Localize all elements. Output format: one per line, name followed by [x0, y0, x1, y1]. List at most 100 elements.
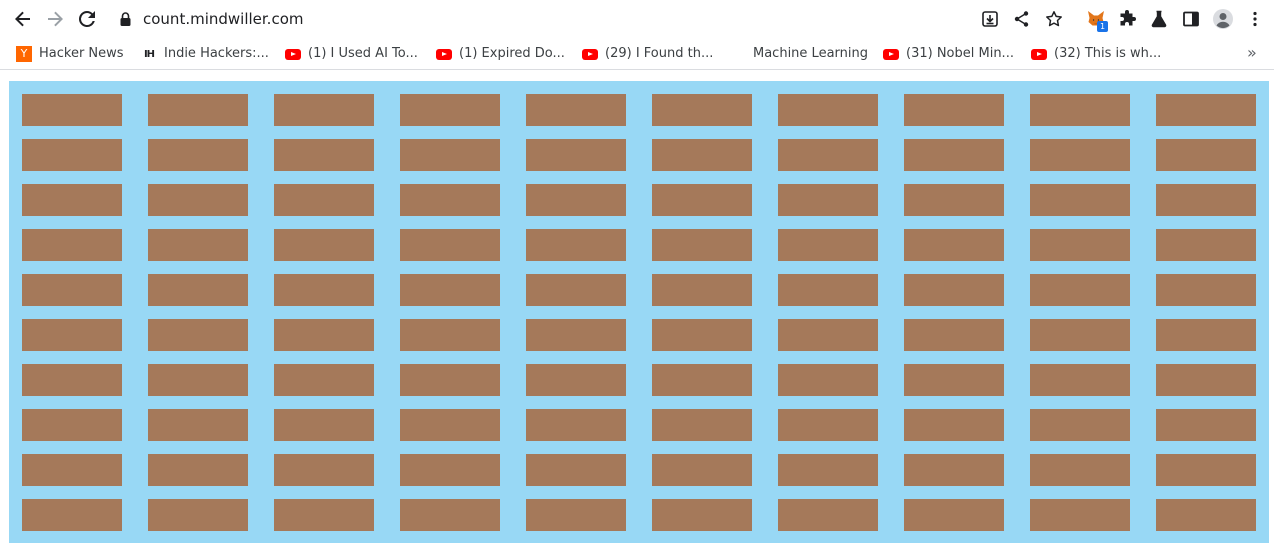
brick[interactable] — [652, 184, 752, 216]
brick[interactable] — [778, 184, 878, 216]
brick[interactable] — [400, 409, 500, 441]
brick[interactable] — [22, 409, 122, 441]
brick[interactable] — [274, 139, 374, 171]
brick[interactable] — [652, 454, 752, 486]
bookmark-hacker-news[interactable]: Y Hacker News — [16, 45, 124, 63]
brick[interactable] — [904, 454, 1004, 486]
brick[interactable] — [148, 94, 248, 126]
brick[interactable] — [526, 94, 626, 126]
brick[interactable] — [778, 139, 878, 171]
brick[interactable] — [400, 364, 500, 396]
side-panel-button[interactable] — [1178, 6, 1204, 32]
brick[interactable] — [1030, 274, 1130, 306]
labs-button[interactable] — [1146, 6, 1172, 32]
brick[interactable] — [1030, 319, 1130, 351]
brick[interactable] — [1030, 499, 1130, 531]
brick[interactable] — [652, 319, 752, 351]
back-button[interactable] — [10, 6, 36, 32]
brick[interactable] — [400, 94, 500, 126]
brick[interactable] — [904, 319, 1004, 351]
brick[interactable] — [652, 139, 752, 171]
brick[interactable] — [778, 409, 878, 441]
brick[interactable] — [22, 139, 122, 171]
brick[interactable] — [400, 139, 500, 171]
brick[interactable] — [1156, 229, 1256, 261]
brick[interactable] — [778, 499, 878, 531]
brick[interactable] — [274, 319, 374, 351]
brick[interactable] — [22, 184, 122, 216]
bookmark-machine-learning[interactable]: Machine Learning — [730, 45, 868, 63]
brick[interactable] — [274, 499, 374, 531]
brick[interactable] — [778, 364, 878, 396]
brick[interactable] — [148, 409, 248, 441]
brick[interactable] — [148, 319, 248, 351]
brick[interactable] — [1030, 94, 1130, 126]
brick[interactable] — [1030, 229, 1130, 261]
brick[interactable] — [904, 229, 1004, 261]
brick[interactable] — [778, 319, 878, 351]
brick[interactable] — [1156, 319, 1256, 351]
extensions-button[interactable] — [1114, 6, 1140, 32]
brick[interactable] — [778, 274, 878, 306]
brick[interactable] — [904, 274, 1004, 306]
brick[interactable] — [526, 274, 626, 306]
reload-button[interactable] — [74, 6, 100, 32]
forward-button[interactable] — [42, 6, 68, 32]
brick[interactable] — [526, 319, 626, 351]
brick[interactable] — [1156, 139, 1256, 171]
brick[interactable] — [400, 184, 500, 216]
brick[interactable] — [1156, 184, 1256, 216]
brick[interactable] — [22, 229, 122, 261]
brick[interactable] — [1030, 139, 1130, 171]
brick[interactable] — [652, 364, 752, 396]
brick[interactable] — [1030, 409, 1130, 441]
brick[interactable] — [778, 454, 878, 486]
bookmark-this-is-why[interactable]: (32) This is wh... — [1031, 45, 1161, 63]
bookmark-used-ai[interactable]: (1) I Used AI To... — [285, 45, 418, 63]
brick[interactable] — [1156, 364, 1256, 396]
brick[interactable] — [22, 454, 122, 486]
brick[interactable] — [148, 364, 248, 396]
brick[interactable] — [148, 454, 248, 486]
brick[interactable] — [22, 274, 122, 306]
brick[interactable] — [526, 409, 626, 441]
brick[interactable] — [904, 409, 1004, 441]
brick[interactable] — [526, 229, 626, 261]
brick[interactable] — [148, 274, 248, 306]
brick[interactable] — [904, 364, 1004, 396]
brick[interactable] — [274, 364, 374, 396]
install-button[interactable] — [977, 6, 1003, 32]
brick[interactable] — [1156, 454, 1256, 486]
bookmarks-overflow-button[interactable]: » — [1247, 45, 1263, 63]
brick[interactable] — [274, 184, 374, 216]
brick[interactable] — [148, 184, 248, 216]
bookmark-star-button[interactable] — [1041, 6, 1067, 32]
brick[interactable] — [526, 499, 626, 531]
menu-button[interactable] — [1242, 6, 1268, 32]
brick[interactable] — [778, 94, 878, 126]
brick[interactable] — [1030, 454, 1130, 486]
brick[interactable] — [778, 229, 878, 261]
brick[interactable] — [274, 229, 374, 261]
brick[interactable] — [652, 229, 752, 261]
brick[interactable] — [526, 454, 626, 486]
brick[interactable] — [652, 409, 752, 441]
brick[interactable] — [652, 94, 752, 126]
brick[interactable] — [274, 274, 374, 306]
brick[interactable] — [274, 454, 374, 486]
brick[interactable] — [1156, 499, 1256, 531]
lock-icon[interactable] — [118, 11, 132, 27]
brick[interactable] — [652, 499, 752, 531]
brick[interactable] — [526, 139, 626, 171]
brick[interactable] — [904, 499, 1004, 531]
brick[interactable] — [400, 454, 500, 486]
brick[interactable] — [1030, 364, 1130, 396]
brick[interactable] — [274, 94, 374, 126]
brick[interactable] — [400, 274, 500, 306]
brick[interactable] — [148, 499, 248, 531]
brick[interactable] — [400, 499, 500, 531]
share-button[interactable] — [1009, 6, 1035, 32]
brick[interactable] — [526, 184, 626, 216]
bookmark-indie-hackers[interactable]: IH Indie Hackers:... — [141, 45, 269, 63]
brick[interactable] — [400, 319, 500, 351]
